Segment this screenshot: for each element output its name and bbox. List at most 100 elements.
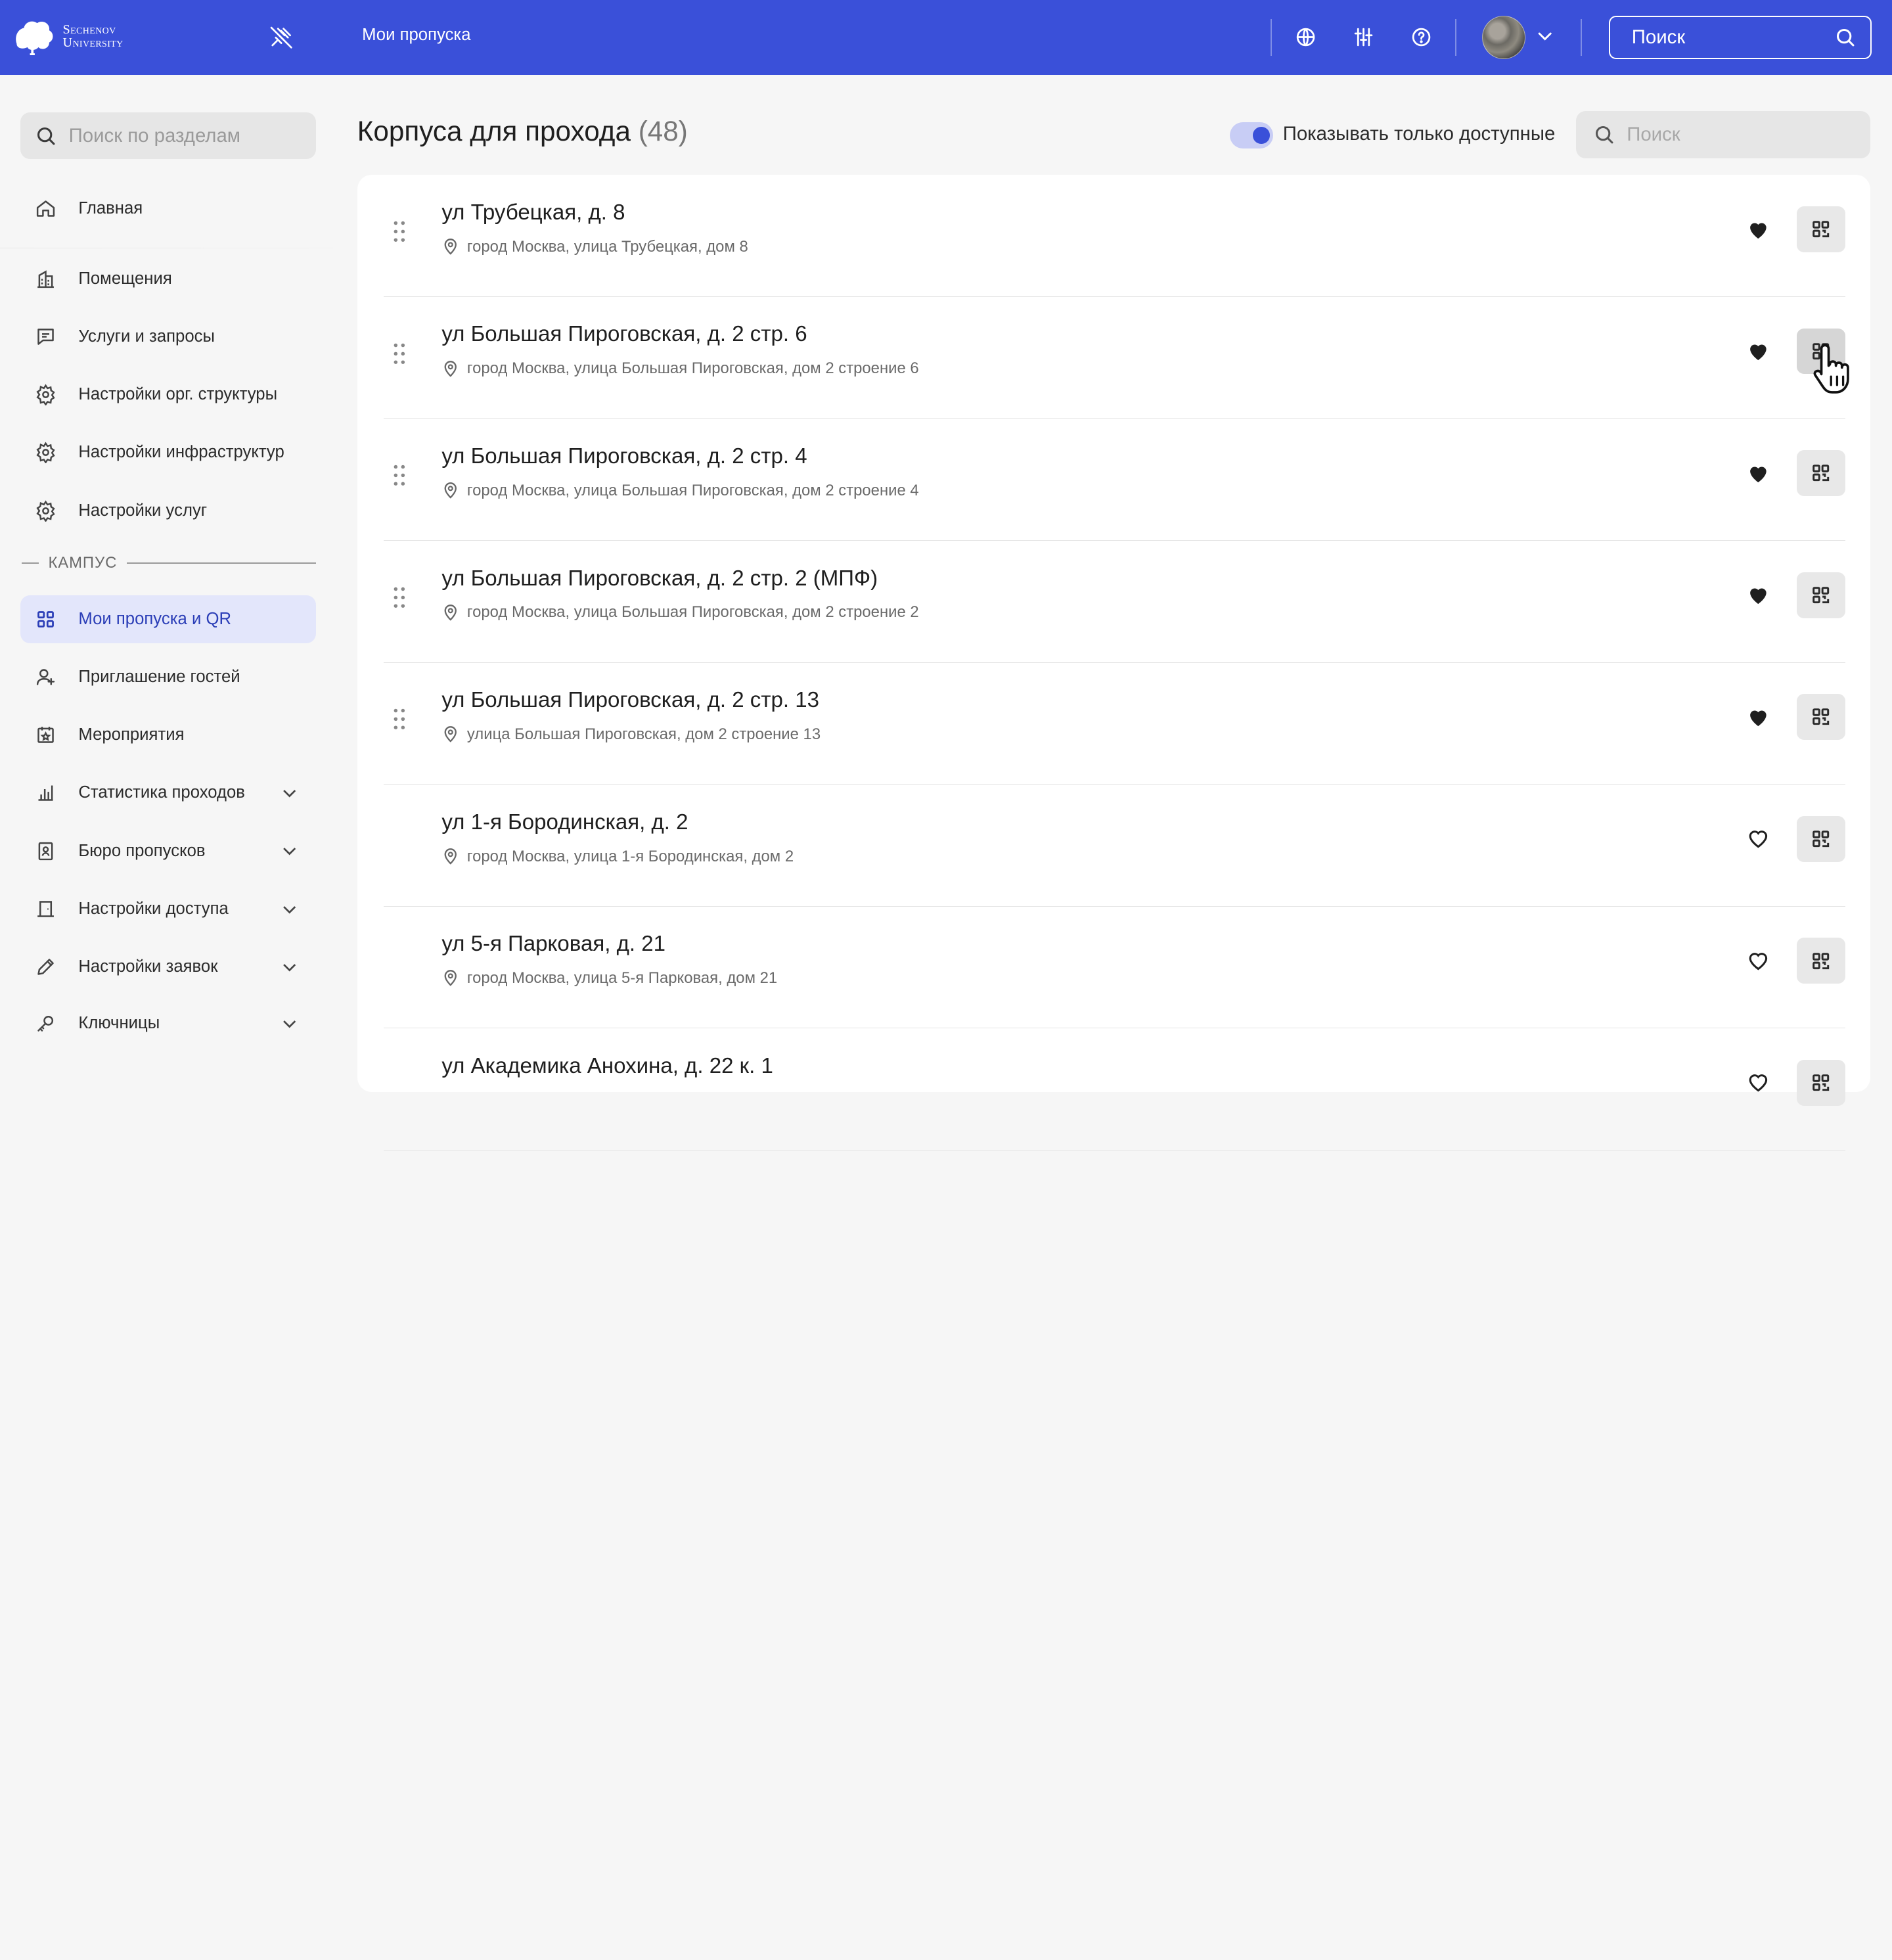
door-icon bbox=[37, 900, 55, 917]
header-search-input[interactable]: Поиск bbox=[1608, 15, 1872, 59]
drag-handle-icon[interactable] bbox=[391, 585, 408, 615]
key-icon bbox=[37, 1016, 54, 1032]
building-title[interactable]: ул Большая Пироговская, д. 2 стр. 6 bbox=[441, 322, 807, 347]
heart-outline-icon[interactable] bbox=[1746, 949, 1770, 978]
drag-handle-icon[interactable] bbox=[391, 707, 408, 737]
gear-icon bbox=[36, 500, 55, 522]
sidebar-item-my-passes[interactable]: Мои пропуска и QR bbox=[20, 595, 317, 644]
buildings-count: (48) bbox=[638, 116, 688, 147]
sidebar-item-label: Настройки инфраструктур bbox=[78, 443, 284, 462]
toggle-label: Показывать только доступные bbox=[1282, 123, 1556, 145]
qr-code-button[interactable] bbox=[1797, 815, 1845, 862]
unpin-icon[interactable] bbox=[268, 24, 294, 51]
buildings-search-input[interactable]: Поиск bbox=[1576, 111, 1871, 158]
grid-icon bbox=[37, 610, 55, 627]
building-row[interactable]: ул Большая Пироговская, д. 2 стр. 4 город… bbox=[384, 419, 1845, 541]
chat-icon bbox=[37, 329, 55, 345]
sidebar-item-label: Приглашение гостей bbox=[78, 668, 240, 687]
sidebar-item-service-settings[interactable]: Настройки услуг bbox=[20, 486, 316, 534]
building-row[interactable]: ул Большая Пироговская, д. 2 стр. 6 город… bbox=[384, 297, 1845, 419]
building-row[interactable]: ул Большая Пироговская, д. 2 стр. 13 улиц… bbox=[384, 663, 1845, 785]
logo-text: Sechenov University bbox=[62, 22, 124, 51]
hand-cursor-icon bbox=[1813, 344, 1849, 394]
sidebar-item-home[interactable]: Главная bbox=[20, 185, 316, 233]
building-title[interactable]: ул Большая Пироговская, д. 2 стр. 4 bbox=[441, 444, 807, 469]
chevron-down-icon[interactable] bbox=[280, 957, 299, 976]
heart-filled-icon[interactable] bbox=[1746, 583, 1770, 612]
sidebar-item-events[interactable]: Мероприятия bbox=[20, 711, 316, 759]
heart-filled-icon[interactable] bbox=[1746, 217, 1770, 247]
sidebar-item-org-settings[interactable]: Настройки орг. структуры bbox=[20, 371, 316, 419]
sidebar-item-key-boxes[interactable]: Ключницы bbox=[20, 999, 316, 1047]
sidebar-search-input[interactable]: Поиск по разделам bbox=[20, 112, 317, 160]
address-text: город Москва, улица Большая Пироговская,… bbox=[466, 481, 919, 499]
heart-outline-icon[interactable] bbox=[1746, 1070, 1770, 1100]
chevron-down-icon[interactable] bbox=[280, 1014, 299, 1033]
page-title-header: Мои пропуска bbox=[362, 25, 471, 44]
chevron-down-icon[interactable] bbox=[280, 900, 299, 919]
building-row[interactable]: ул 1-я Бородинская, д. 2 город Москва, ул… bbox=[384, 785, 1845, 907]
sidebar-item-request-settings[interactable]: Настройки заявок bbox=[20, 943, 316, 991]
heart-filled-icon[interactable] bbox=[1746, 705, 1770, 735]
qr-code-icon bbox=[1813, 587, 1830, 604]
building-title[interactable]: ул Большая Пироговская, д. 2 стр. 2 (МПФ… bbox=[441, 566, 878, 591]
building-address: город Москва, улица Большая Пироговская,… bbox=[441, 481, 919, 500]
building-icon bbox=[37, 270, 55, 288]
building-row[interactable]: ул Академика Анохина, д. 22 к. 1 bbox=[384, 1028, 1845, 1151]
heart-filled-icon[interactable] bbox=[1746, 461, 1770, 491]
user-plus-icon bbox=[37, 669, 55, 685]
sidebar-item-pass-bureau[interactable]: Бюро пропусков bbox=[20, 827, 316, 875]
help-icon[interactable] bbox=[1407, 23, 1436, 52]
building-title[interactable]: ул 1-я Бородинская, д. 2 bbox=[441, 810, 688, 835]
building-row[interactable]: ул 5-я Парковая, д. 21 город Москва, улиц… bbox=[384, 907, 1845, 1029]
available-only-toggle[interactable] bbox=[1229, 122, 1274, 148]
sidebar-item-rooms[interactable]: Помещения bbox=[20, 255, 316, 303]
chevron-down-icon[interactable] bbox=[280, 783, 299, 802]
gear-icon bbox=[36, 384, 55, 406]
building-title[interactable]: ул Трубецкая, д. 8 bbox=[441, 200, 625, 225]
qr-code-button[interactable] bbox=[1797, 206, 1845, 252]
globe-icon[interactable] bbox=[1292, 23, 1320, 52]
heart-outline-icon[interactable] bbox=[1746, 827, 1770, 856]
qr-code-button[interactable] bbox=[1797, 1059, 1845, 1106]
sidebar-item-label: Настройки доступа bbox=[78, 899, 229, 918]
badge-icon bbox=[38, 842, 53, 860]
building-row[interactable]: ул Большая Пироговская, д. 2 стр. 2 (МПФ… bbox=[384, 541, 1845, 663]
drag-handle-icon[interactable] bbox=[391, 342, 408, 371]
drag-handle-icon[interactable] bbox=[391, 219, 408, 249]
avatar[interactable] bbox=[1481, 15, 1525, 59]
qr-code-button[interactable] bbox=[1797, 694, 1845, 741]
divider bbox=[0, 247, 333, 249]
logo[interactable]: Sechenov University bbox=[12, 17, 123, 56]
page-title: Корпуса для прохода (48) bbox=[357, 116, 688, 147]
qr-code-button[interactable] bbox=[1797, 450, 1845, 496]
sidebar-item-pass-statistics[interactable]: Статистика проходов bbox=[20, 769, 316, 817]
qr-code-icon bbox=[1813, 1074, 1830, 1091]
building-title[interactable]: ул 5-я Парковая, д. 21 bbox=[441, 932, 665, 957]
address-text: город Москва, улица Большая Пироговская,… bbox=[466, 603, 919, 622]
location-pin-icon bbox=[444, 726, 457, 742]
sidebar-item-label: Ключницы bbox=[78, 1014, 160, 1033]
sidebar-item-label: Настройки орг. структуры bbox=[78, 385, 278, 404]
building-address: город Москва, улица Большая Пироговская,… bbox=[441, 359, 919, 378]
qr-code-button[interactable] bbox=[1797, 938, 1845, 984]
sidebar-item-services[interactable]: Услуги и запросы bbox=[20, 313, 316, 361]
sidebar-item-infra-settings[interactable]: Настройки инфраструктур bbox=[20, 428, 316, 476]
building-title[interactable]: ул Большая Пироговская, д. 2 стр. 13 bbox=[441, 688, 819, 713]
qr-code-button[interactable] bbox=[1797, 572, 1845, 618]
sidebar-item-invite-guests[interactable]: Приглашение гостей bbox=[20, 653, 316, 701]
building-title[interactable]: ул Академика Анохина, д. 22 к. 1 bbox=[441, 1054, 773, 1079]
pencil-icon bbox=[37, 959, 55, 975]
sidebar-item-label: Услуги и запросы bbox=[78, 327, 215, 346]
drag-handle-icon[interactable] bbox=[391, 463, 408, 493]
search-icon bbox=[1595, 126, 1613, 144]
building-row[interactable]: ул Трубецкая, д. 8 город Москва, улица Тр… bbox=[384, 175, 1845, 297]
sidebar-item-access-settings[interactable]: Настройки доступа bbox=[20, 885, 316, 933]
chevron-down-icon[interactable] bbox=[1535, 26, 1554, 45]
sidebar-item-label: Мои пропуска и QR bbox=[78, 609, 232, 628]
heart-filled-icon[interactable] bbox=[1746, 339, 1770, 369]
settings-sliders-icon[interactable] bbox=[1349, 23, 1378, 52]
sidebar-item-label: Бюро пропусков bbox=[78, 841, 206, 860]
location-pin-icon bbox=[444, 604, 457, 621]
chevron-down-icon[interactable] bbox=[280, 841, 299, 860]
